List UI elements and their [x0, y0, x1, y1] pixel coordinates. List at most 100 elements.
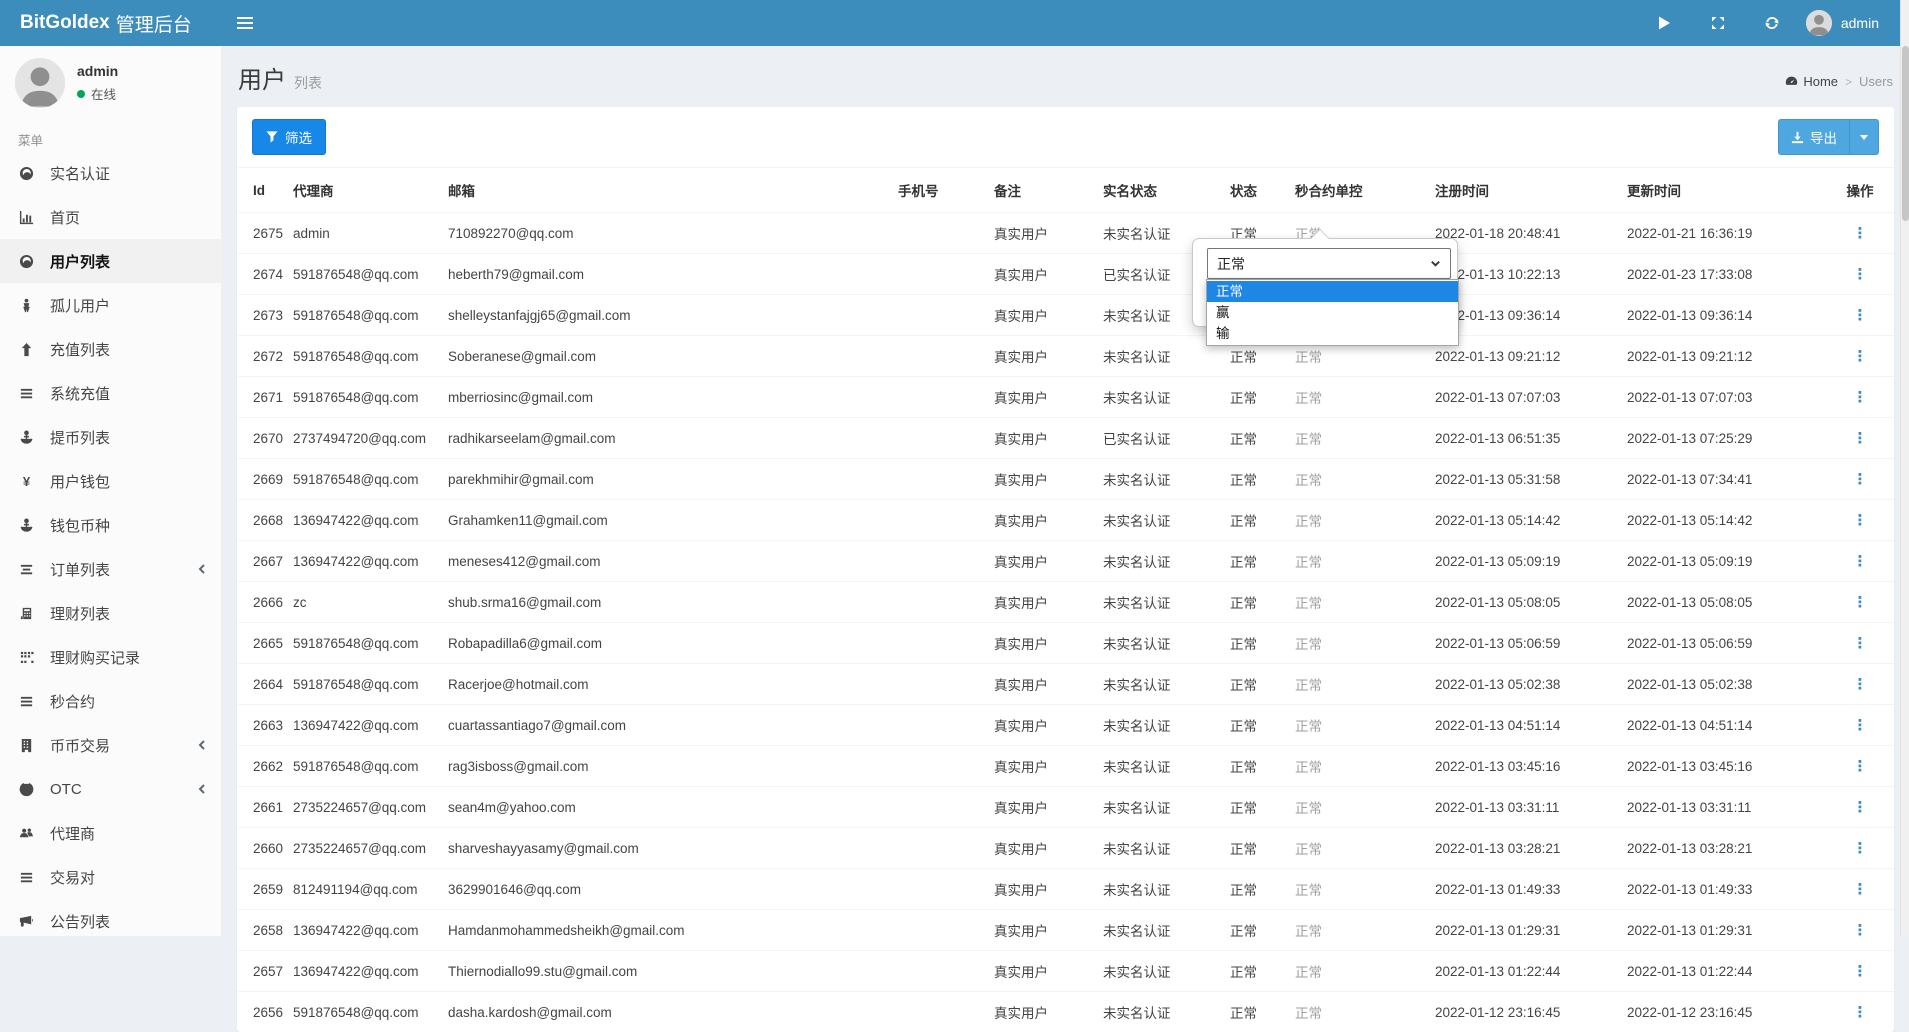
sidebar-item-realname-auth[interactable]: 实名认证: [0, 151, 221, 195]
control-value[interactable]: 正常: [1295, 924, 1322, 939]
row-actions-icon[interactable]: ⋮: [1853, 225, 1868, 242]
sidebar-item-announcement-list[interactable]: 公告列表: [0, 899, 221, 943]
cell-control: 正常: [1287, 828, 1427, 869]
control-value[interactable]: 正常: [1295, 801, 1322, 816]
sidebar-item-coin-trade[interactable]: 币币交易: [0, 723, 221, 767]
sidebar-item-second-contract[interactable]: 秒合约: [0, 679, 221, 723]
row-actions-icon[interactable]: ⋮: [1853, 799, 1868, 816]
cell-registered: 2022-01-13 03:31:11: [1427, 787, 1619, 828]
sidebar-item-withdraw-list[interactable]: 提币列表: [0, 415, 221, 459]
bullhorn-icon: [19, 914, 41, 929]
control-value[interactable]: 正常: [1295, 965, 1322, 980]
cell-actions: ⋮: [1826, 787, 1894, 828]
sidebar-item-system-recharge[interactable]: 系统充值: [0, 371, 221, 415]
row-actions-icon[interactable]: ⋮: [1853, 307, 1868, 324]
sidebar-item-label: 公告列表: [50, 911, 110, 932]
chevron-left-icon: [197, 562, 207, 576]
cell-phone: [890, 951, 986, 992]
select-option[interactable]: 正常: [1207, 281, 1458, 302]
control-value[interactable]: 正常: [1295, 473, 1322, 488]
menu-section-label: 菜单: [0, 120, 221, 151]
row-actions-icon[interactable]: ⋮: [1853, 430, 1868, 447]
select-option[interactable]: 输: [1207, 323, 1458, 344]
control-value[interactable]: 正常: [1295, 883, 1322, 898]
row-actions-icon[interactable]: ⋮: [1853, 553, 1868, 570]
cell-agent: 591876548@qq.com: [285, 336, 440, 377]
table-row: 2657136947422@qq.comThiernodiallo99.stu@…: [237, 951, 1894, 992]
cell-updated: 2022-01-13 05:09:19: [1619, 541, 1826, 582]
sidebar-item-finance-list[interactable]: 理财列表: [0, 591, 221, 635]
sidebar-item-wallet-coins[interactable]: 钱包币种: [0, 503, 221, 547]
scrollbar-track[interactable]: [1900, 0, 1909, 936]
control-select[interactable]: 正常: [1207, 248, 1451, 279]
control-value[interactable]: 正常: [1295, 432, 1322, 447]
cell-actions: ⋮: [1826, 992, 1894, 1032]
sidebar-item-orphan-users[interactable]: 孤儿用户: [0, 283, 221, 327]
cell-registered: 2022-01-13 03:28:21: [1427, 828, 1619, 869]
refresh-icon[interactable]: [1752, 0, 1792, 46]
row-actions-icon[interactable]: ⋮: [1853, 512, 1868, 529]
user-menu[interactable]: admin: [1806, 10, 1879, 36]
sidebar-item-home[interactable]: 首页: [0, 195, 221, 239]
sidebar-item-order-list[interactable]: 订单列表: [0, 547, 221, 591]
cell-control: 正常: [1287, 705, 1427, 746]
row-actions-icon[interactable]: ⋮: [1853, 758, 1868, 775]
row-actions-icon[interactable]: ⋮: [1853, 840, 1868, 857]
control-value[interactable]: 正常: [1295, 514, 1322, 529]
download-icon: [1791, 131, 1804, 144]
play-icon[interactable]: [1644, 0, 1684, 46]
control-value[interactable]: 正常: [1295, 596, 1322, 611]
control-select-options: 正常赢输: [1206, 279, 1459, 346]
row-actions-icon[interactable]: ⋮: [1853, 881, 1868, 898]
cell-registered: 2022-01-13 05:08:05: [1427, 582, 1619, 623]
row-actions-icon[interactable]: ⋮: [1853, 348, 1868, 365]
brand-logo[interactable]: BitGoldex 管理后台: [0, 0, 222, 46]
sidebar-item-user-wallet[interactable]: ¥用户钱包: [0, 459, 221, 503]
row-actions-icon[interactable]: ⋮: [1853, 676, 1868, 693]
row-actions-icon[interactable]: ⋮: [1853, 266, 1868, 283]
sidebar-item-user-list[interactable]: 用户列表: [0, 239, 221, 283]
control-value[interactable]: 正常: [1295, 842, 1322, 857]
control-value[interactable]: 正常: [1295, 678, 1322, 693]
control-value[interactable]: 正常: [1295, 1006, 1322, 1021]
scrollbar-thumb[interactable]: [1902, 46, 1909, 221]
table-row: 2667136947422@qq.commeneses412@gmail.com…: [237, 541, 1894, 582]
cell-status: 正常: [1222, 664, 1287, 705]
cell-control: 正常: [1287, 623, 1427, 664]
control-value[interactable]: 正常: [1295, 637, 1322, 652]
sidebar-item-trade-pairs[interactable]: 交易对: [0, 855, 221, 899]
row-actions-icon[interactable]: ⋮: [1853, 594, 1868, 611]
row-actions-icon[interactable]: ⋮: [1853, 963, 1868, 980]
sidebar-item-label: 实名认证: [50, 163, 110, 184]
control-value[interactable]: 正常: [1295, 391, 1322, 406]
sidebar-item-agents[interactable]: 代理商: [0, 811, 221, 855]
control-value[interactable]: 正常: [1295, 555, 1322, 570]
row-actions-icon[interactable]: ⋮: [1853, 1004, 1868, 1021]
control-value[interactable]: 正常: [1295, 350, 1322, 365]
cell-agent: 591876548@qq.com: [285, 459, 440, 500]
row-actions-icon[interactable]: ⋮: [1853, 389, 1868, 406]
row-actions-icon[interactable]: ⋮: [1853, 717, 1868, 734]
control-value[interactable]: 正常: [1295, 719, 1322, 734]
fullscreen-icon[interactable]: [1698, 0, 1738, 46]
sidebar-item-recharge-list[interactable]: 充值列表: [0, 327, 221, 371]
breadcrumb-home-link[interactable]: Home: [1785, 74, 1838, 89]
filter-button[interactable]: 筛选: [252, 119, 326, 155]
row-actions-icon[interactable]: ⋮: [1853, 471, 1868, 488]
cell-control: 正常: [1287, 418, 1427, 459]
cell-registered: 2022-01-13 01:29:31: [1427, 910, 1619, 951]
control-value[interactable]: 正常: [1295, 760, 1322, 775]
export-dropdown-toggle[interactable]: [1849, 120, 1878, 154]
row-actions-icon[interactable]: ⋮: [1853, 635, 1868, 652]
cell-id: 2669: [237, 459, 285, 500]
users-card: 筛选 导出 Id代理商邮箱手机号备注实名状态状态秒合约单控注册时间更新时间操作 …: [237, 107, 1894, 1032]
export-button[interactable]: 导出: [1778, 119, 1879, 155]
sidebar-toggle-button[interactable]: [222, 0, 268, 46]
sidebar-item-finance-purchase-records[interactable]: 理财购买记录: [0, 635, 221, 679]
select-option[interactable]: 赢: [1207, 302, 1458, 323]
cell-control: 正常: [1287, 910, 1427, 951]
cell-remark: 真实用户: [986, 869, 1095, 910]
sidebar-item-otc[interactable]: OTC: [0, 767, 221, 811]
sidebar-item-label: 理财列表: [50, 603, 110, 624]
sidebar-user-panel: admin 在线: [0, 46, 221, 120]
